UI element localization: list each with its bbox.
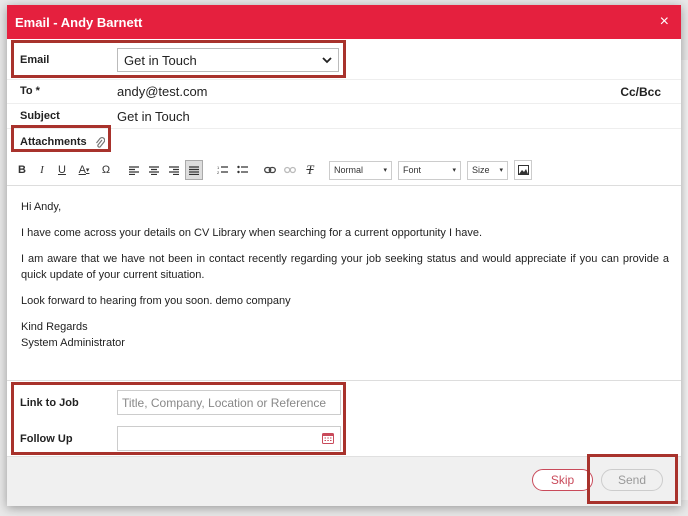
size-combo[interactable]: Size ▾ [467, 160, 508, 180]
email-body-editor[interactable]: Hi Andy, I have come across your details… [7, 185, 681, 381]
email-template-row: Email Get in Touch [7, 39, 681, 79]
link-to-job-row: Link to Job [7, 385, 681, 419]
close-icon[interactable]: × [660, 14, 669, 30]
email-template-select[interactable]: Get in Touch [117, 48, 339, 72]
font-color-label: A [78, 164, 86, 176]
calendar-icon[interactable] [322, 432, 334, 444]
to-row: To * andy@test.com Cc/Bcc [7, 79, 681, 104]
image-icon[interactable] [514, 160, 532, 180]
link-to-job-input[interactable] [117, 390, 341, 415]
to-label: To * [20, 85, 40, 97]
background-page [681, 60, 688, 500]
body-line: I am aware that we have not been in cont… [21, 253, 669, 281]
underline-button[interactable]: U [53, 160, 71, 180]
modal-footer: Skip Send [7, 456, 681, 506]
follow-up-date-input[interactable] [117, 426, 341, 451]
body-line: Look forward to hearing from you soon. d… [21, 295, 291, 307]
chevron-down-icon [322, 57, 332, 64]
follow-up-label: Follow Up [20, 433, 73, 445]
modal-titlebar: Email - Andy Barnett × [7, 5, 681, 39]
email-template-value: Get in Touch [124, 52, 197, 68]
align-justify-icon[interactable] [185, 160, 203, 180]
attachments-label[interactable]: Attachments [20, 136, 87, 148]
svg-text:2: 2 [217, 170, 220, 175]
remove-format-button[interactable]: T [301, 160, 319, 180]
subject-label: Subject [20, 110, 60, 122]
unlink-icon[interactable] [281, 160, 299, 180]
cc-bcc-link[interactable]: Cc/Bcc [620, 85, 661, 99]
editor-toolbar: B I U A ▾ Ω 12 T Normal ▾ Font ▾ Size ▾ [13, 158, 675, 182]
format-combo-value: Normal [334, 165, 364, 175]
subject-row: Subject Get in Touch [7, 103, 681, 129]
body-line: Hi Andy, [21, 201, 62, 213]
format-combo[interactable]: Normal ▾ [329, 160, 392, 180]
font-combo[interactable]: Font ▾ [398, 160, 461, 180]
skip-button[interactable]: Skip [532, 469, 593, 491]
body-line: Kind Regards [21, 321, 88, 333]
subject-value[interactable]: Get in Touch [117, 109, 190, 124]
to-value[interactable]: andy@test.com [117, 84, 208, 99]
numbered-list-icon[interactable]: 12 [213, 160, 231, 180]
attachments-row: Attachments [7, 128, 681, 157]
modal-title: Email - Andy Barnett [15, 14, 143, 30]
follow-up-row: Follow Up [7, 423, 681, 453]
align-left-icon[interactable] [125, 160, 143, 180]
body-line: System Administrator [21, 337, 125, 349]
send-button[interactable]: Send [601, 469, 663, 491]
font-color-button[interactable]: A ▾ [73, 160, 95, 180]
font-combo-value: Font [403, 165, 422, 175]
link-icon[interactable] [261, 160, 279, 180]
align-center-icon[interactable] [145, 160, 163, 180]
body-line: I have come across your details on CV Li… [21, 227, 483, 239]
align-right-icon[interactable] [165, 160, 183, 180]
italic-button[interactable]: I [33, 160, 51, 180]
link-to-job-label: Link to Job [20, 397, 79, 409]
size-combo-value: Size [472, 165, 490, 175]
email-label: Email [20, 54, 50, 66]
special-character-button[interactable]: Ω [97, 160, 115, 180]
paperclip-icon[interactable] [95, 137, 105, 149]
bullet-list-icon[interactable] [233, 160, 251, 180]
email-modal: Email - Andy Barnett × Email Get in Touc… [7, 5, 681, 506]
bold-button[interactable]: B [13, 160, 31, 180]
